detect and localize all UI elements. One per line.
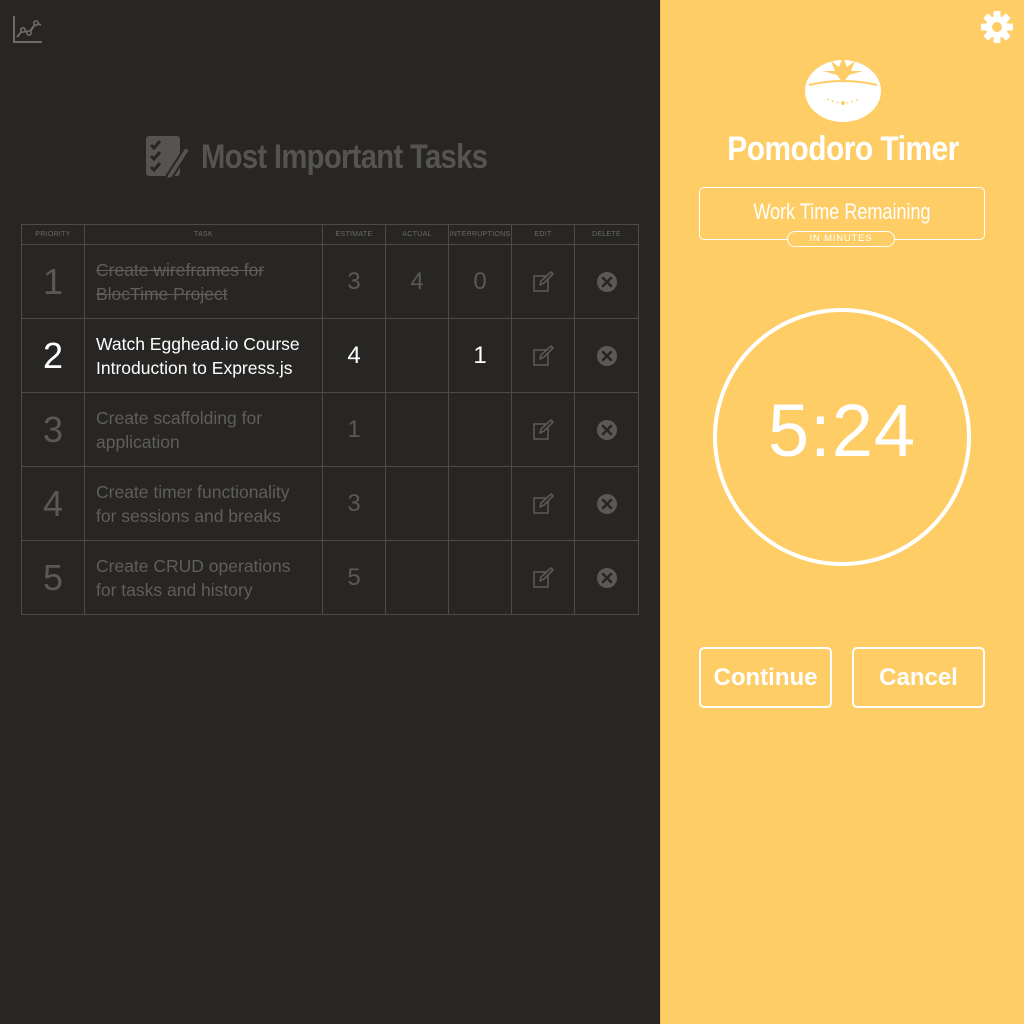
estimate-cell: 3 [322, 244, 386, 319]
priority-cell: 2 [21, 318, 85, 393]
edit-icon[interactable] [532, 418, 554, 441]
column-header-interruptions: INTERRUPTIONS [448, 224, 512, 245]
edit-icon[interactable] [532, 566, 554, 589]
task-text: Watch Egghead.io Course Introduction to … [96, 333, 300, 378]
table-row: 4 Create timer functionality for sessions… [21, 466, 639, 541]
interruptions-cell: 1 [448, 318, 512, 393]
close-circle-icon[interactable] [596, 271, 618, 293]
task-text: Create scaffolding for application [96, 407, 263, 452]
delete-cell [574, 540, 639, 615]
edit-cell [511, 392, 575, 467]
estimate-cell: 4 [322, 318, 386, 393]
close-circle-icon[interactable] [596, 493, 618, 515]
checklist-pencil-icon [146, 136, 191, 179]
timer-ring: 5:24 [713, 308, 971, 566]
edit-cell [511, 244, 575, 319]
interruptions-cell [448, 392, 512, 467]
actual-cell [385, 540, 449, 615]
edit-icon[interactable] [532, 492, 554, 515]
priority-cell: 1 [21, 244, 85, 319]
table-header-row: PRIORITY TASK ESTIMATE ACTUAL INTERRUPTI… [21, 224, 639, 245]
delete-cell [574, 392, 639, 467]
delete-cell [574, 466, 639, 541]
priority-cell: 4 [21, 466, 85, 541]
column-header-task: TASK [84, 224, 323, 245]
actual-cell: 4 [385, 244, 449, 319]
delete-cell [574, 318, 639, 393]
edit-cell [511, 540, 575, 615]
delete-cell [574, 244, 639, 319]
session-mode-label: Work Time Remaining [753, 199, 931, 224]
task-text: Create wireframes for BlocTime Project [96, 259, 265, 304]
task-cell: Watch Egghead.io Course Introduction to … [84, 318, 323, 393]
session-mode-box: Work Time Remaining IN MINUTES [699, 187, 985, 247]
line-chart-icon[interactable] [12, 14, 44, 44]
tasks-table: PRIORITY TASK ESTIMATE ACTUAL INTERRUPTI… [21, 224, 639, 615]
edit-cell [511, 318, 575, 393]
timer-title: Pomodoro Timer [727, 130, 959, 168]
interruptions-cell [448, 466, 512, 541]
cancel-button[interactable]: Cancel [852, 647, 985, 708]
page-title: Most Important Tasks [201, 137, 488, 176]
actual-cell [385, 392, 449, 467]
task-text: Create timer functionality for sessions … [96, 481, 290, 526]
interruptions-cell: 0 [448, 244, 512, 319]
estimate-cell: 1 [322, 392, 386, 467]
gear-icon[interactable] [980, 10, 1014, 44]
task-cell: Create CRUD operations for tasks and his… [84, 540, 323, 615]
column-header-priority: PRIORITY [21, 224, 85, 245]
close-circle-icon[interactable] [596, 345, 618, 367]
time-unit-badge: IN MINUTES [787, 231, 895, 247]
estimate-cell: 5 [322, 540, 386, 615]
table-row: 1 Create wireframes for BlocTime Project 3… [21, 244, 639, 319]
continue-button[interactable]: Continue [699, 647, 832, 708]
task-cell: Create wireframes for BlocTime Project [84, 244, 323, 319]
estimate-cell: 3 [322, 466, 386, 541]
tasks-header: Most Important Tasks [145, 134, 534, 180]
interruptions-cell [448, 540, 512, 615]
actual-cell [385, 318, 449, 393]
tomato-icon [805, 57, 881, 122]
tasks-panel: Most Important Tasks PRIORITY TASK ESTIM… [0, 0, 660, 1024]
close-circle-icon[interactable] [596, 419, 618, 441]
timer-panel: Pomodoro Timer Work Time Remaining IN MI… [660, 0, 1024, 1024]
time-remaining: 5:24 [767, 389, 917, 472]
priority-cell: 5 [21, 540, 85, 615]
table-row: 2 Watch Egghead.io Course Introduction to… [21, 318, 639, 393]
edit-icon[interactable] [532, 344, 554, 367]
edit-icon[interactable] [532, 270, 554, 293]
task-text: Create CRUD operations for tasks and his… [96, 555, 291, 600]
task-cell: Create scaffolding for application [84, 392, 323, 467]
column-header-edit: EDIT [511, 224, 575, 245]
actual-cell [385, 466, 449, 541]
column-header-delete: DELETE [574, 224, 639, 245]
edit-cell [511, 466, 575, 541]
priority-cell: 3 [21, 392, 85, 467]
column-header-actual: ACTUAL [385, 224, 449, 245]
column-header-estimate: ESTIMATE [322, 224, 386, 245]
close-circle-icon[interactable] [596, 567, 618, 589]
task-cell: Create timer functionality for sessions … [84, 466, 323, 541]
table-row: 5 Create CRUD operations for tasks and hi… [21, 540, 639, 615]
table-row: 3 Create scaffolding for application 1 [21, 392, 639, 467]
